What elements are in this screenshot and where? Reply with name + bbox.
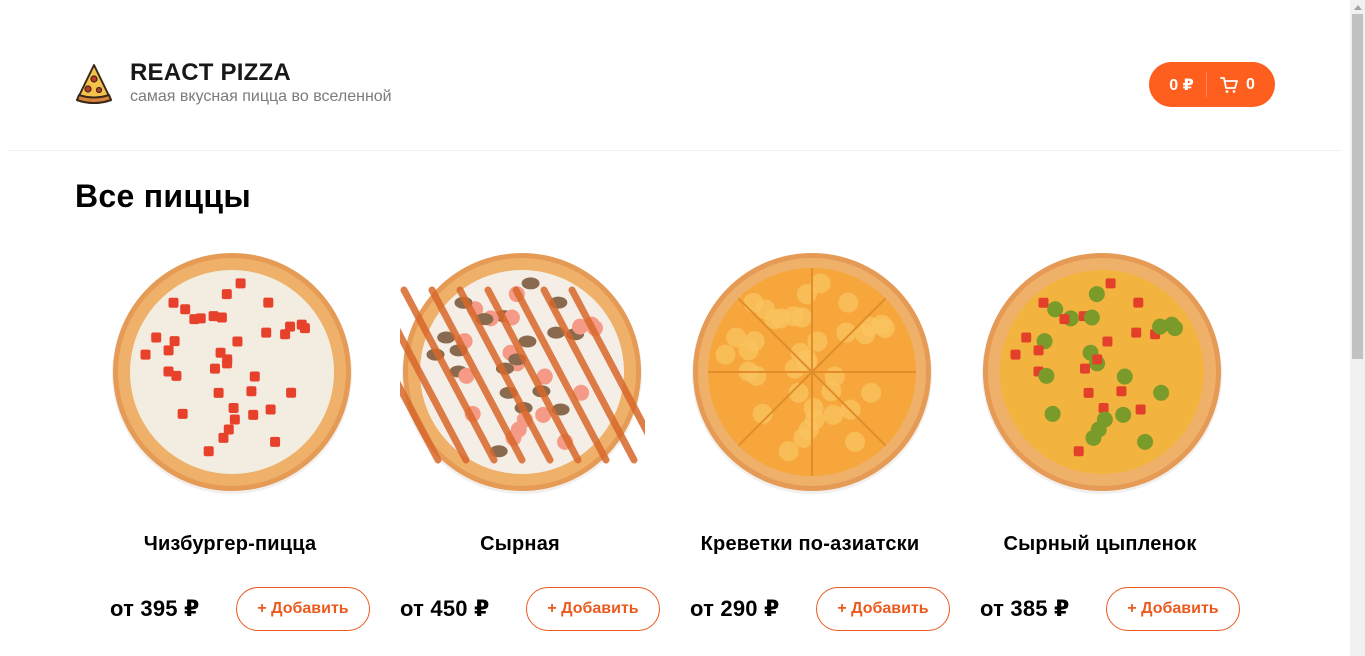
pizza-card-footer: от 395 ₽ + Добавить xyxy=(110,587,370,631)
pizza-price: от 385 ₽ xyxy=(980,596,1070,621)
pizza-card-footer: от 385 ₽ + Добавить xyxy=(980,587,1240,631)
cart-button[interactable]: 0 ₽ 0 xyxy=(1149,62,1275,107)
pizza-card-footer: от 450 ₽ + Добавить xyxy=(400,587,660,631)
add-to-cart-button[interactable]: + Добавить xyxy=(526,587,660,631)
page-title: Все пиццы xyxy=(75,178,251,214)
cart-count: 0 xyxy=(1246,75,1255,93)
brand-name: REACT PIZZA xyxy=(130,59,291,86)
pizza-price: от 290 ₽ xyxy=(690,596,780,621)
pizza-price: от 395 ₽ xyxy=(110,596,200,621)
cart-total: 0 ₽ xyxy=(1169,76,1194,94)
scrollbar-thumb[interactable] xyxy=(1352,14,1363,359)
add-to-cart-button[interactable]: + Добавить xyxy=(816,587,950,631)
pizza-card: Сырный цыпленок от 385 ₽ + Добавить xyxy=(965,245,1255,645)
add-to-cart-button[interactable]: + Добавить xyxy=(1106,587,1240,631)
pizza-card: Сырная от 450 ₽ + Добавить xyxy=(385,245,675,645)
pizza-slice-icon xyxy=(76,64,112,104)
cart-icon xyxy=(1220,76,1238,93)
pizza-image[interactable] xyxy=(400,250,645,495)
pizza-name: Чизбургер-пицца xyxy=(143,533,317,555)
site-header: REACT PIZZA самая вкусная пицца во вселе… xyxy=(8,0,1342,151)
vertical-scrollbar[interactable] xyxy=(1350,0,1365,656)
pizza-card: Креветки по-азиатски от 290 ₽ + Добавить xyxy=(675,245,965,645)
pizza-name: Креветки по-азиатски xyxy=(700,533,920,555)
pizza-card: Чизбургер-пицца от 395 ₽ + Добавить xyxy=(95,245,385,645)
pizza-card-footer: от 290 ₽ + Добавить xyxy=(690,587,950,631)
scroll-up-arrow-icon[interactable] xyxy=(1350,0,1365,14)
pizza-price: от 450 ₽ xyxy=(400,596,490,621)
page: REACT PIZZA самая вкусная пицца во вселе… xyxy=(0,0,1350,656)
add-to-cart-button[interactable]: + Добавить xyxy=(236,587,370,631)
logo[interactable]: REACT PIZZA самая вкусная пицца во вселе… xyxy=(74,60,392,107)
pizza-name: Сырный цыпленок xyxy=(1003,533,1197,555)
pizza-grid: Чизбургер-пицца от 395 ₽ + Добавить Сырная о… xyxy=(95,245,1255,645)
brand-tagline: самая вкусная пицца во вселенной xyxy=(130,88,392,105)
pizza-image[interactable] xyxy=(690,250,935,495)
pizza-image[interactable] xyxy=(110,250,355,495)
pizza-image[interactable] xyxy=(980,250,1225,495)
pizza-name: Сырная xyxy=(480,533,560,555)
